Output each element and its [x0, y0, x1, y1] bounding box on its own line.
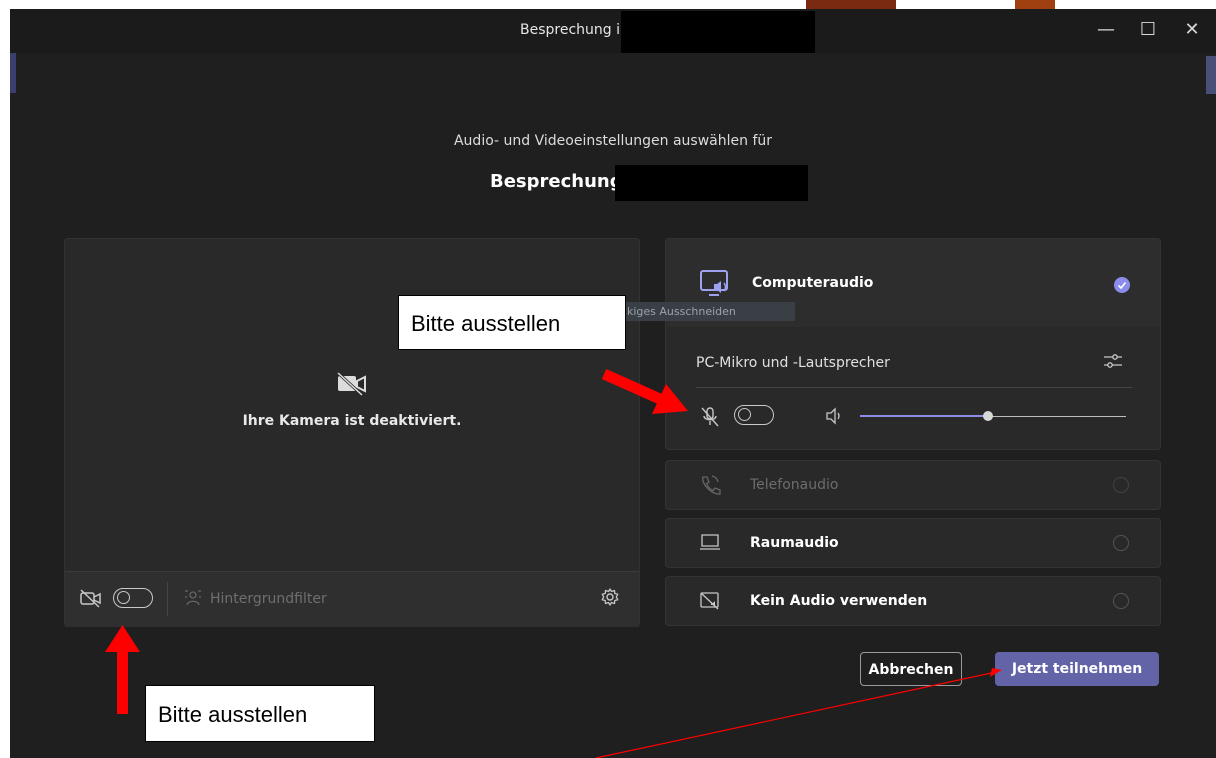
- background-filter-button[interactable]: Hintergrundfilter: [210, 591, 327, 607]
- computer-audio-panel: Computeraudio PC-Mikro und -Lautsprecher: [665, 238, 1161, 450]
- gear-icon[interactable]: [600, 587, 620, 607]
- redacted-meeting-name: [615, 165, 808, 201]
- camera-off-small-icon: [80, 589, 101, 608]
- device-divider: [696, 387, 1132, 388]
- no-audio-option[interactable]: Kein Audio verwenden: [665, 576, 1161, 626]
- background-app-strip: [806, 0, 896, 9]
- background-filter-icon: [185, 590, 201, 606]
- speaker-icon: [826, 407, 840, 425]
- meeting-title: Besprechung: [490, 171, 623, 192]
- annotation-note-bottom: Bitte ausstellen: [145, 685, 375, 742]
- setup-subtitle: Audio- und Videoeinstellungen auswählen …: [453, 133, 772, 149]
- annotation-note-top: Bitte ausstellen: [398, 295, 626, 350]
- no-audio-radio[interactable]: [1113, 593, 1129, 609]
- room-device-icon: [700, 534, 720, 550]
- microphone-toggle[interactable]: [734, 405, 774, 425]
- phone-audio-radio[interactable]: [1113, 477, 1129, 493]
- camera-toolbar: Hintergrundfilter: [65, 571, 639, 627]
- room-audio-label: Raumaudio: [750, 535, 839, 551]
- phone-audio-option[interactable]: Telefonaudio: [665, 460, 1161, 510]
- maximize-button[interactable]: ☐: [1128, 19, 1168, 40]
- audio-device-label: PC-Mikro und -Lautsprecher: [696, 355, 890, 371]
- title-bar: Besprechung i — ☐ ✕: [10, 9, 1216, 53]
- minimize-button[interactable]: —: [1086, 19, 1126, 40]
- meeting-window: Besprechung i — ☐ ✕ Audio- und Videoeins…: [10, 9, 1216, 758]
- selected-check-icon: [1114, 277, 1130, 293]
- computer-audio-label: Computeraudio: [752, 275, 874, 291]
- room-audio-radio[interactable]: [1113, 535, 1129, 551]
- camera-disabled-text: Ihre Kamera ist deaktiviert.: [242, 413, 462, 429]
- volume-slider-fill: [860, 415, 988, 417]
- device-settings-icon[interactable]: [1102, 351, 1124, 371]
- mic-off-icon: [701, 407, 719, 427]
- camera-toggle[interactable]: [113, 588, 153, 608]
- room-audio-option[interactable]: Raumaudio: [665, 518, 1161, 568]
- snipping-tool-label: kiges Ausschneiden: [625, 302, 795, 321]
- camera-toggle-knob: [117, 591, 130, 604]
- background-app-strip-2: [1015, 0, 1055, 9]
- left-stripe: [10, 53, 16, 93]
- window-title: Besprechung i: [520, 22, 621, 38]
- toolbar-divider: [167, 582, 168, 616]
- no-audio-icon: [700, 592, 719, 610]
- join-now-button[interactable]: Jetzt teilnehmen: [995, 652, 1159, 686]
- microphone-toggle-knob: [738, 408, 751, 421]
- volume-slider-handle[interactable]: [983, 411, 993, 421]
- phone-audio-label: Telefonaudio: [750, 477, 839, 493]
- redacted-title: [621, 11, 815, 53]
- cancel-button[interactable]: Abbrechen: [860, 652, 962, 686]
- no-audio-label: Kein Audio verwenden: [750, 593, 928, 609]
- phone-icon: [702, 475, 721, 495]
- camera-off-icon: [336, 371, 366, 397]
- background-app-edge: [1206, 56, 1216, 94]
- computer-audio-icon: [700, 270, 728, 296]
- close-button[interactable]: ✕: [1172, 19, 1212, 40]
